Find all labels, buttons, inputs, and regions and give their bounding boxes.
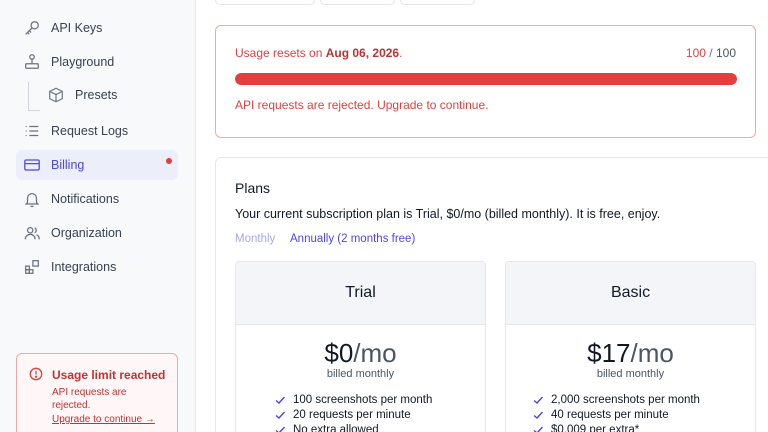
usage-card: Usage resets on Aug 06, 2026. 100 / 100 … bbox=[215, 25, 756, 138]
sidebar-item-api-keys[interactable]: API Keys bbox=[16, 13, 178, 43]
sidebar-item-notifications[interactable]: Notifications bbox=[16, 184, 178, 214]
top-control bbox=[215, 0, 315, 5]
sidebar-item-label: Playground bbox=[51, 55, 115, 69]
limit-title: Usage limit reached bbox=[52, 368, 166, 382]
check-icon bbox=[275, 396, 286, 404]
sidebar-item-label: Integrations bbox=[51, 260, 117, 274]
plan-billing-period: billed monthly bbox=[596, 368, 665, 380]
cube-icon bbox=[46, 85, 66, 105]
bell-icon bbox=[22, 189, 42, 209]
plans-subtitle: Your current subscription plan is Trial,… bbox=[235, 207, 661, 221]
plan-features: 100 screenshots per month 20 requests pe… bbox=[236, 392, 485, 432]
check-icon bbox=[275, 426, 286, 432]
list-icon bbox=[22, 121, 42, 141]
sidebar-item-label: Request Logs bbox=[51, 124, 129, 138]
plan-card-basic[interactable]: Basic $17/mo billed monthly 2,000 screen… bbox=[505, 261, 756, 432]
plan-card-trial[interactable]: Trial $0/mo billed monthly 100 screensho… bbox=[235, 261, 486, 432]
feature-item: 100 screenshots per month bbox=[274, 392, 485, 407]
users-icon bbox=[22, 223, 42, 243]
plan-name: Basic bbox=[506, 262, 755, 325]
toggle-monthly[interactable]: Monthly bbox=[235, 233, 275, 245]
tree-connector bbox=[28, 82, 29, 110]
usage-progress-bar bbox=[235, 73, 737, 85]
sidebar-item-presets[interactable]: Presets bbox=[40, 80, 178, 110]
sidebar-item-billing[interactable]: Billing bbox=[16, 150, 178, 180]
alert-dot bbox=[166, 158, 172, 164]
joystick-icon bbox=[22, 52, 42, 72]
sidebar-item-playground[interactable]: Playground bbox=[16, 47, 178, 77]
reset-date: Aug 06, 2026 bbox=[325, 46, 400, 60]
upgrade-link[interactable]: Upgrade to continue → bbox=[52, 414, 155, 425]
sidebar: API Keys Playground Presets Request Logs… bbox=[0, 0, 196, 432]
top-control bbox=[400, 0, 475, 5]
feature-item: No extra allowed bbox=[274, 422, 485, 432]
plan-billing-period: billed monthly bbox=[326, 368, 395, 380]
feature-item: 20 requests per minute bbox=[274, 407, 485, 422]
plans-title: Plans bbox=[235, 180, 271, 196]
feature-item: $0.009 per extra* bbox=[532, 422, 755, 432]
plan-features: 2,000 screenshots per month 40 requests … bbox=[506, 392, 755, 432]
usage-reset-text: Usage resets on Aug 06, 2026. bbox=[235, 46, 403, 60]
usage-message: API requests are rejected. Upgrade to co… bbox=[235, 98, 489, 112]
sidebar-item-organization[interactable]: Organization bbox=[16, 218, 178, 248]
usage-limit-alert: Usage limit reached API requests are rej… bbox=[16, 353, 178, 432]
toggle-annually[interactable]: Annually (2 months free) bbox=[290, 233, 415, 245]
sidebar-item-label: Billing bbox=[51, 158, 85, 172]
sidebar-item-label: Presets bbox=[75, 88, 118, 102]
tree-connector bbox=[28, 110, 40, 111]
feature-item: 2,000 screenshots per month bbox=[532, 392, 755, 407]
usage-progress-fill bbox=[235, 73, 737, 85]
sidebar-item-request-logs[interactable]: Request Logs bbox=[16, 116, 178, 146]
check-icon bbox=[533, 396, 544, 404]
top-control bbox=[320, 0, 395, 5]
sidebar-item-integrations[interactable]: Integrations bbox=[16, 252, 178, 282]
check-icon bbox=[533, 411, 544, 419]
plan-price: $0/mo bbox=[324, 338, 397, 368]
alert-circle-icon bbox=[29, 367, 43, 381]
sidebar-item-label: API Keys bbox=[51, 21, 103, 35]
sidebar-item-label: Organization bbox=[51, 226, 122, 240]
key-icon bbox=[22, 18, 42, 38]
check-icon bbox=[533, 426, 544, 432]
check-icon bbox=[275, 411, 286, 419]
plan-name: Trial bbox=[236, 262, 485, 325]
grid-plus-icon bbox=[22, 257, 42, 277]
plans-card: Plans Your current subscription plan is … bbox=[215, 157, 768, 432]
limit-text: API requests are rejected. bbox=[52, 387, 127, 411]
feature-item: 40 requests per minute bbox=[532, 407, 755, 422]
plan-price: $17/mo bbox=[587, 338, 674, 368]
usage-count: 100 / 100 bbox=[685, 46, 736, 60]
sidebar-item-label: Notifications bbox=[51, 192, 120, 206]
credit-card-icon bbox=[22, 155, 42, 175]
